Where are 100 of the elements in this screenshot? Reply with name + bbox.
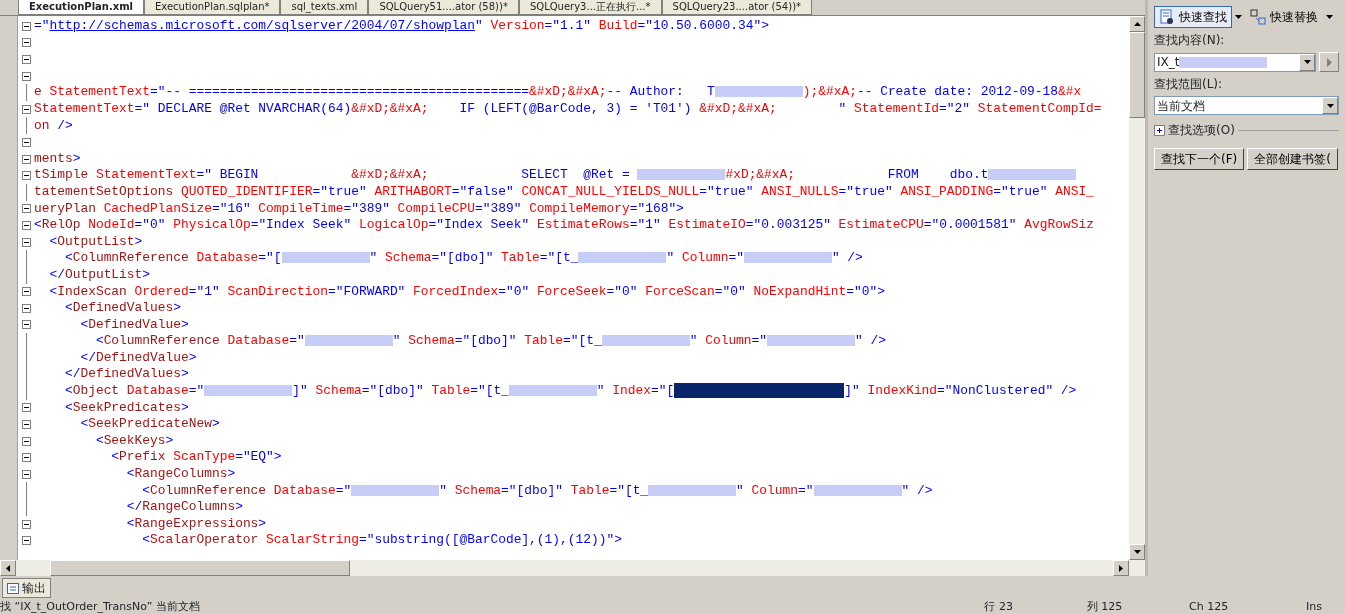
tag-name: tatementSetOptions xyxy=(34,183,174,199)
output-tab[interactable]: 输出 xyxy=(2,578,51,598)
collapse-icon[interactable] xyxy=(21,436,31,446)
collapse-icon[interactable] xyxy=(21,403,31,413)
scrollbar-thumb[interactable] xyxy=(50,560,350,576)
collapse-icon[interactable] xyxy=(21,38,31,48)
right-arrow-icon xyxy=(1119,564,1123,572)
tag-name: DefinedValue xyxy=(95,349,189,365)
attribute-value: < xyxy=(79,316,89,332)
collapse-icon[interactable] xyxy=(21,104,31,114)
collapse-icon[interactable] xyxy=(21,154,31,164)
attribute-value: > xyxy=(188,349,197,365)
attribute-value: ="[ xyxy=(651,383,675,399)
attribute-value: ="NonClustered" /> xyxy=(937,383,1077,399)
url-link[interactable]: http://schemas.microsoft.com/sqlserver/2004/07/showplan xyxy=(49,18,475,33)
collapse-icon[interactable] xyxy=(21,137,31,147)
options-label[interactable]: 查找选项(O) xyxy=(1168,121,1235,139)
collapse-icon[interactable] xyxy=(21,171,31,181)
attribute-name: Version xyxy=(489,18,545,33)
attribute-name: Database xyxy=(195,250,259,266)
attribute-value: ="Index Seek" xyxy=(428,217,530,233)
scope-combo[interactable]: 当前文档 xyxy=(1154,96,1339,115)
attribute-name: Database xyxy=(272,482,336,498)
attribute-value: ="[dbo]" xyxy=(431,250,494,266)
attribute-value: =" xyxy=(34,18,50,33)
collapse-icon[interactable] xyxy=(21,287,31,297)
attribute-value: ="0" xyxy=(134,217,166,233)
document-tab[interactable]: SQLQuery51....ator (58))* xyxy=(368,0,519,15)
attribute-value: ="1" xyxy=(629,217,661,233)
attribute-name: CompileMemory xyxy=(528,200,630,216)
attribute-name: #xD;&#xA; xyxy=(725,167,796,183)
document-tab[interactable]: SQLQuery3...正在执行...* xyxy=(518,0,662,15)
tag-name: ScalarOperator xyxy=(150,532,259,548)
panel-button[interactable]: 全部创建书签( xyxy=(1247,148,1338,170)
document-tab[interactable]: ExecutionPlan.sqlplan* xyxy=(144,0,281,15)
tag-name: tSimple xyxy=(34,167,89,183)
panel-button[interactable]: 查找下一个(F) xyxy=(1154,148,1245,170)
mode-button[interactable]: 快速查找 xyxy=(1154,6,1232,28)
collapse-icon[interactable] xyxy=(21,453,31,463)
scroll-right-button[interactable] xyxy=(1113,560,1129,576)
attribute-value: < xyxy=(48,283,58,299)
status-char: Ch 125 xyxy=(1189,600,1230,614)
collapse-icon[interactable] xyxy=(21,536,31,546)
expand-icon[interactable] xyxy=(1154,124,1165,136)
attribute-name: EstimateCPU xyxy=(837,217,924,233)
attribute-value: ="[t_ xyxy=(609,482,649,498)
collapse-icon[interactable] xyxy=(21,220,31,230)
tag-name: SeekPredicateNew xyxy=(88,416,212,432)
mode-button[interactable]: 快速替换 xyxy=(1245,6,1323,28)
document-tab[interactable]: SQLQuery23....ator (54))* xyxy=(661,0,813,15)
attribute-name: &#xD;&#xA; xyxy=(351,100,429,116)
collapse-icon[interactable] xyxy=(21,320,31,330)
attribute-name: &#xD;&#xA; xyxy=(699,100,777,116)
attribute-name: ANSI_ xyxy=(1054,183,1094,199)
document-search-icon xyxy=(1159,9,1175,25)
document-tab[interactable]: ExecutionPlan.xml xyxy=(18,0,145,15)
collapse-icon[interactable] xyxy=(21,71,31,81)
collapse-icon[interactable] xyxy=(21,303,31,313)
collapse-icon[interactable] xyxy=(21,519,31,529)
attribute-value: > xyxy=(165,432,174,448)
tag-name: ueryPlan xyxy=(34,200,96,216)
list-icon xyxy=(7,582,19,594)
collapse-icon[interactable] xyxy=(21,55,31,64)
collapse-icon[interactable] xyxy=(21,204,31,214)
find-combo[interactable]: IX_t xyxy=(1154,52,1316,72)
status-line: 行 23 xyxy=(984,600,1014,614)
scroll-left-button[interactable] xyxy=(0,560,16,576)
attribute-value: ="0.0001581" xyxy=(923,217,1017,233)
collapse-icon[interactable] xyxy=(21,420,31,430)
attribute-name: ScanDirection xyxy=(226,283,328,299)
attribute-value: ="true" xyxy=(993,183,1048,199)
attribute-value: =" xyxy=(188,383,205,399)
document-tab[interactable]: sql_texts.xml xyxy=(280,0,369,15)
collapse-icon[interactable] xyxy=(21,469,31,479)
attribute-name: CONCAT_NULL_YIELDS_NULL xyxy=(520,183,700,199)
collapse-icon[interactable] xyxy=(21,21,31,31)
attribute-value: " xyxy=(596,383,605,399)
play-button[interactable] xyxy=(1319,52,1339,72)
attribute-name: Ordered xyxy=(133,283,189,299)
attribute-name: StatementId xyxy=(853,100,940,116)
scrollbar-thumb[interactable] xyxy=(1129,32,1145,118)
collapse-icon[interactable] xyxy=(21,237,31,247)
caret-icon xyxy=(1303,60,1311,64)
caret-icon[interactable] xyxy=(1326,15,1333,19)
tag-name: OutputList xyxy=(64,266,143,282)
tag-name: Object xyxy=(72,383,120,399)
attribute-value: -- Create date: 2012-09-18 xyxy=(856,84,1059,100)
attribute-name: ANSI_PADDING xyxy=(899,183,994,199)
scroll-down-button[interactable] xyxy=(1129,544,1145,560)
attribute-name: Index xyxy=(611,383,652,399)
attribute-name: Table xyxy=(523,333,563,349)
attribute-value: ="true" xyxy=(699,183,754,199)
attribute-value: < xyxy=(63,250,73,266)
attribute-name: ForceScan xyxy=(644,283,715,299)
attribute-name: PhysicalOp xyxy=(172,217,251,233)
attribute-value: ="0"> xyxy=(846,283,886,299)
caret-icon[interactable] xyxy=(1235,15,1242,19)
attribute-value: " xyxy=(369,250,378,266)
attribute-value: ="16" xyxy=(211,200,251,216)
scroll-up-button[interactable] xyxy=(1129,16,1145,32)
